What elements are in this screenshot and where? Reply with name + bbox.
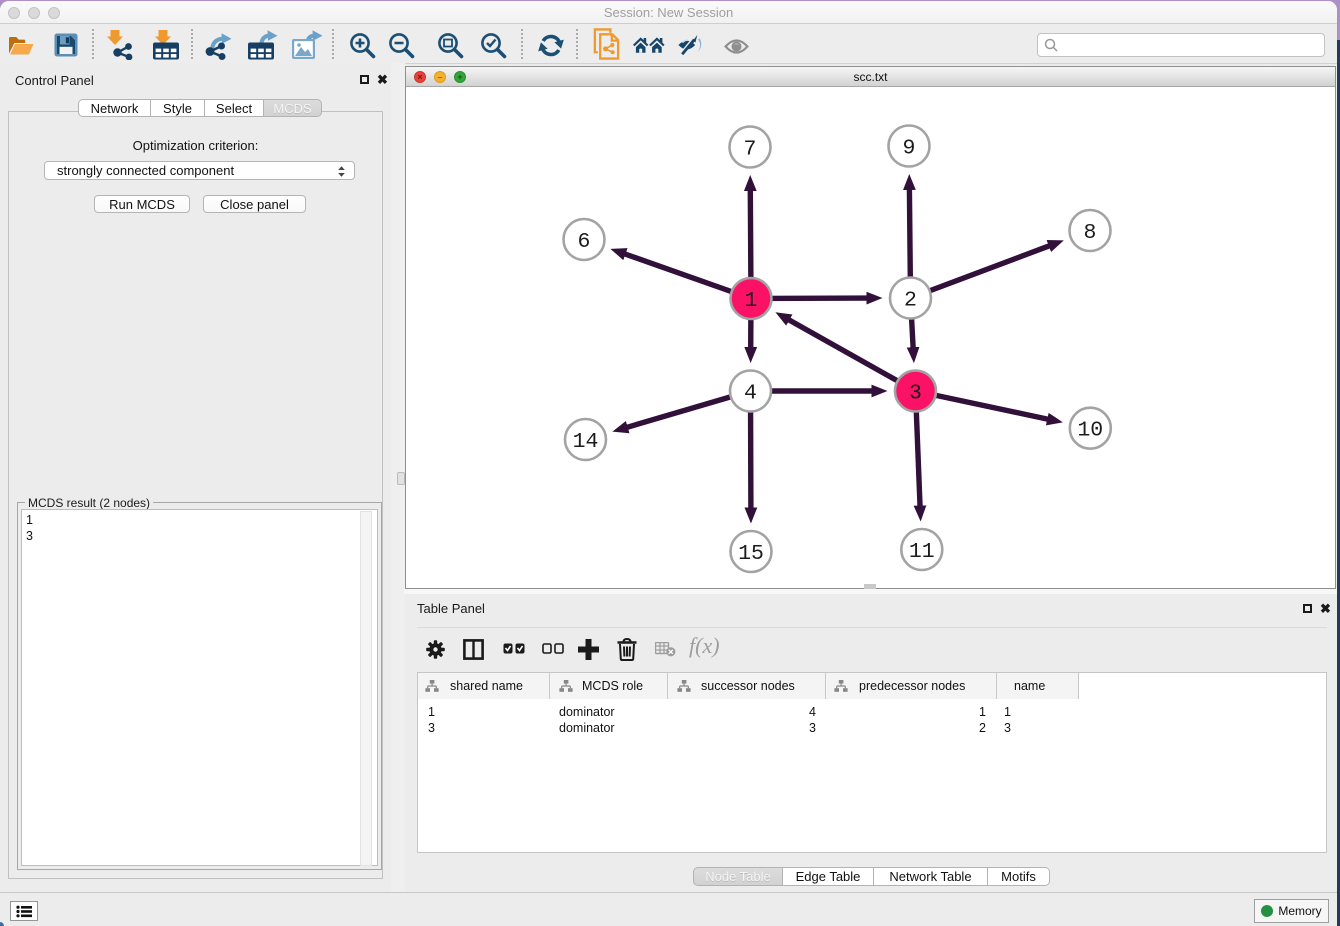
svg-text:1: 1 xyxy=(745,289,758,313)
svg-text:14: 14 xyxy=(573,430,599,454)
svg-text:2: 2 xyxy=(904,289,917,313)
svg-text:4: 4 xyxy=(744,382,757,406)
svg-text:8: 8 xyxy=(1084,221,1097,245)
svg-text:15: 15 xyxy=(738,542,764,566)
svg-text:10: 10 xyxy=(1077,419,1103,443)
svg-text:3: 3 xyxy=(909,382,922,406)
svg-text:9: 9 xyxy=(903,137,916,161)
svg-text:11: 11 xyxy=(909,540,935,564)
svg-text:7: 7 xyxy=(744,138,757,162)
svg-text:6: 6 xyxy=(578,230,591,254)
